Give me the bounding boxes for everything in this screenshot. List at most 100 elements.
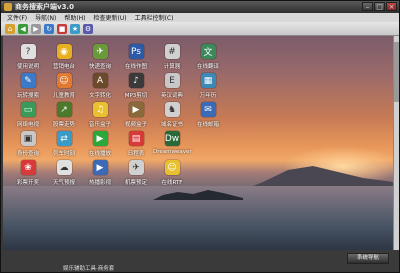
translate-icon: 文 [200,44,216,59]
desktop-shortcut[interactable]: ▣ 身份查询 [9,131,47,161]
shortcut-label: 计算器 [163,64,181,70]
menu-navigate[interactable]: 导航(N) [35,13,56,22]
menu-file[interactable]: 文件(F) [7,13,27,22]
music-box-icon: ♫ [92,102,108,117]
lottery-icon: ❀ [20,160,36,175]
desktop-shortcut[interactable]: ? 使用说明 [9,44,47,74]
mp3-icon: ♪ [128,73,144,88]
desktop-shortcut[interactable]: E 英汉词典 [153,73,191,103]
desktop-shortcut[interactable]: ❀ 彩票开奖 [9,160,47,190]
favorites-icon[interactable]: ★ [70,23,80,34]
desktop-shortcut[interactable]: ⇄ 列车时刻 [45,131,83,161]
shortcut-label: 万年历 [199,93,217,99]
desktop-shortcut[interactable]: ▶ 热播影视 [81,160,119,190]
shortcut-label: 在线作图 [124,64,147,70]
scrollbar-thumb[interactable] [394,42,399,102]
menu-help[interactable]: 帮助(H) [64,13,85,22]
shortcut-label: Dreamweaver [153,149,192,155]
desktop-shortcut[interactable]: ✎ 玩转搜索 [9,73,47,103]
minimize-button[interactable]: – [362,2,373,11]
desktop-shortcut[interactable]: A 文字转化 [81,73,119,103]
movie-icon: ▶ [92,160,108,175]
forward-icon[interactable]: ▶ [31,23,41,34]
refresh-icon[interactable]: ↻ [44,23,54,34]
video-box-icon: ▶ [128,102,144,117]
desktop-shortcut[interactable]: Dw Dreamweaver [153,131,192,161]
shortcut-label: 彩票开奖 [16,180,39,186]
delivery-icon: ✈ [92,44,108,59]
shortcut-label: 热播影视 [88,180,111,186]
desktop-shortcut[interactable]: ▶ 在线播放 [81,131,119,161]
shortcut-label: 身份查询 [16,151,39,157]
menu-toolbar-control[interactable]: 工具栏控制(C) [135,13,174,22]
settings-icon[interactable]: ⚙ [83,23,93,34]
shortcut-label: 在线邮箱 [196,122,219,128]
desktop-shortcut[interactable]: ☁ 天气预报 [45,160,83,190]
app-logo-icon [4,3,12,11]
mailbox-icon: ✉ [200,102,216,117]
status-text: 娱乐辅助工具·商务套 [63,266,115,272]
app-window: 商务搜索户端v3.0 – □ × 文件(F) 导航(N) 帮助(H) 检查更新(… [0,0,400,273]
vertical-scrollbar[interactable] [393,36,399,250]
play-icon: ▶ [92,131,108,146]
train-icon: ⇄ [56,131,72,146]
close-button[interactable]: × [386,2,397,11]
desktop-shortcut[interactable]: ▭ 网络电视 [9,102,47,132]
desktop-shortcut[interactable]: 文在线翻译 [189,44,227,74]
shortcut-label: 域名证书 [160,122,183,128]
desktop-shortcut[interactable]: ◉ 营销电台 [45,44,83,74]
home-icon[interactable]: ⌂ [5,23,15,34]
desktop-shortcut[interactable]: ▶ 视频盒子 [117,102,155,132]
flight-ticket-icon: ✈ [128,160,144,175]
shortcut-label: 使用说明 [16,64,39,70]
window-controls: – □ × [362,2,397,12]
shortcut-label: 营销电台 [52,64,75,70]
title-bar[interactable]: 商务搜索户端v3.0 – □ × [1,1,399,13]
shortcut-label: 音乐盒子 [88,122,111,128]
desktop-shortcut[interactable]: # 计算器 [153,44,191,74]
desktop-shortcut[interactable]: ☺ 儿童教育 [45,73,83,103]
shortcut-label: 视频盒子 [124,122,147,128]
desktop-shortcut[interactable]: ✈ 快递查询 [81,44,119,74]
shortcut-label: 玩转搜索 [16,93,39,99]
photoshop-icon: Ps [128,44,144,59]
shortcut-label: 天气预报 [52,180,75,186]
desktop-shortcut[interactable]: ↗ 股票走势 [45,102,83,132]
shortcut-label: 儿童教育 [52,93,75,99]
text-convert-icon: A [92,73,108,88]
desktop-shortcut[interactable]: ♞ 域名证书 [153,102,191,132]
maximize-button[interactable]: □ [374,2,385,11]
menu-check-update[interactable]: 检查更新(U) [94,13,127,22]
shortcut-label: 机票预定 [124,180,147,186]
desktop-shortcut[interactable]: ☺ 在线RTF [153,160,191,190]
id-card-icon: ▣ [20,131,36,146]
shortcut-label: 英汉词典 [160,93,183,99]
shortcut-label: 文字转化 [88,93,111,99]
cartoon-icon: ☺ [56,73,72,88]
desktop-shortcut[interactable]: ✉ 在线邮箱 [189,102,227,132]
desktop-shortcut[interactable]: ▦ 万年历 [189,73,227,103]
domain-icon: ♞ [164,102,180,117]
back-icon[interactable]: ◀ [18,23,28,34]
shortcut-label: 在线播放 [88,151,111,157]
desktop-area: ? 使用说明 ◉ 营销电台 ✈ 快递查询 Ps 在线作图 # 计算器 文在线翻译 ✎ 玩转搜索 ☺ 儿童教育… [3,36,393,250]
shortcut-label: 在线翻译 [196,64,219,70]
status-bar: 娱乐辅助工具·商务套 系统导航 [1,250,399,272]
rtf-icon: ☺ [164,160,180,175]
desktop-shortcut[interactable]: ♫ 音乐盒子 [81,102,119,132]
help-book-icon: ? [20,44,36,59]
desktop-shortcut[interactable]: ✈ 机票预定 [117,160,155,190]
system-nav-button[interactable]: 系统导航 [347,253,389,264]
desktop-shortcut[interactable]: Ps 在线作图 [117,44,155,74]
radio-icon: ◉ [56,44,72,59]
calendar-icon: ▦ [200,73,216,88]
shortcut-label: MP3剪切 [124,93,148,99]
shortcut-label: 列车时刻 [52,151,75,157]
stop-icon[interactable]: ■ [57,23,67,34]
desktop-shortcut[interactable]: ▤ 日程表 [117,131,155,161]
tool-icon: ✎ [20,73,36,88]
desktop-shortcut[interactable]: ♪ MP3剪切 [117,73,155,103]
stock-icon: ↗ [56,102,72,117]
toolbar: ⌂ ◀ ▶ ↻ ■ ★ ⚙ [1,22,399,36]
schedule-icon: ▤ [128,131,144,146]
